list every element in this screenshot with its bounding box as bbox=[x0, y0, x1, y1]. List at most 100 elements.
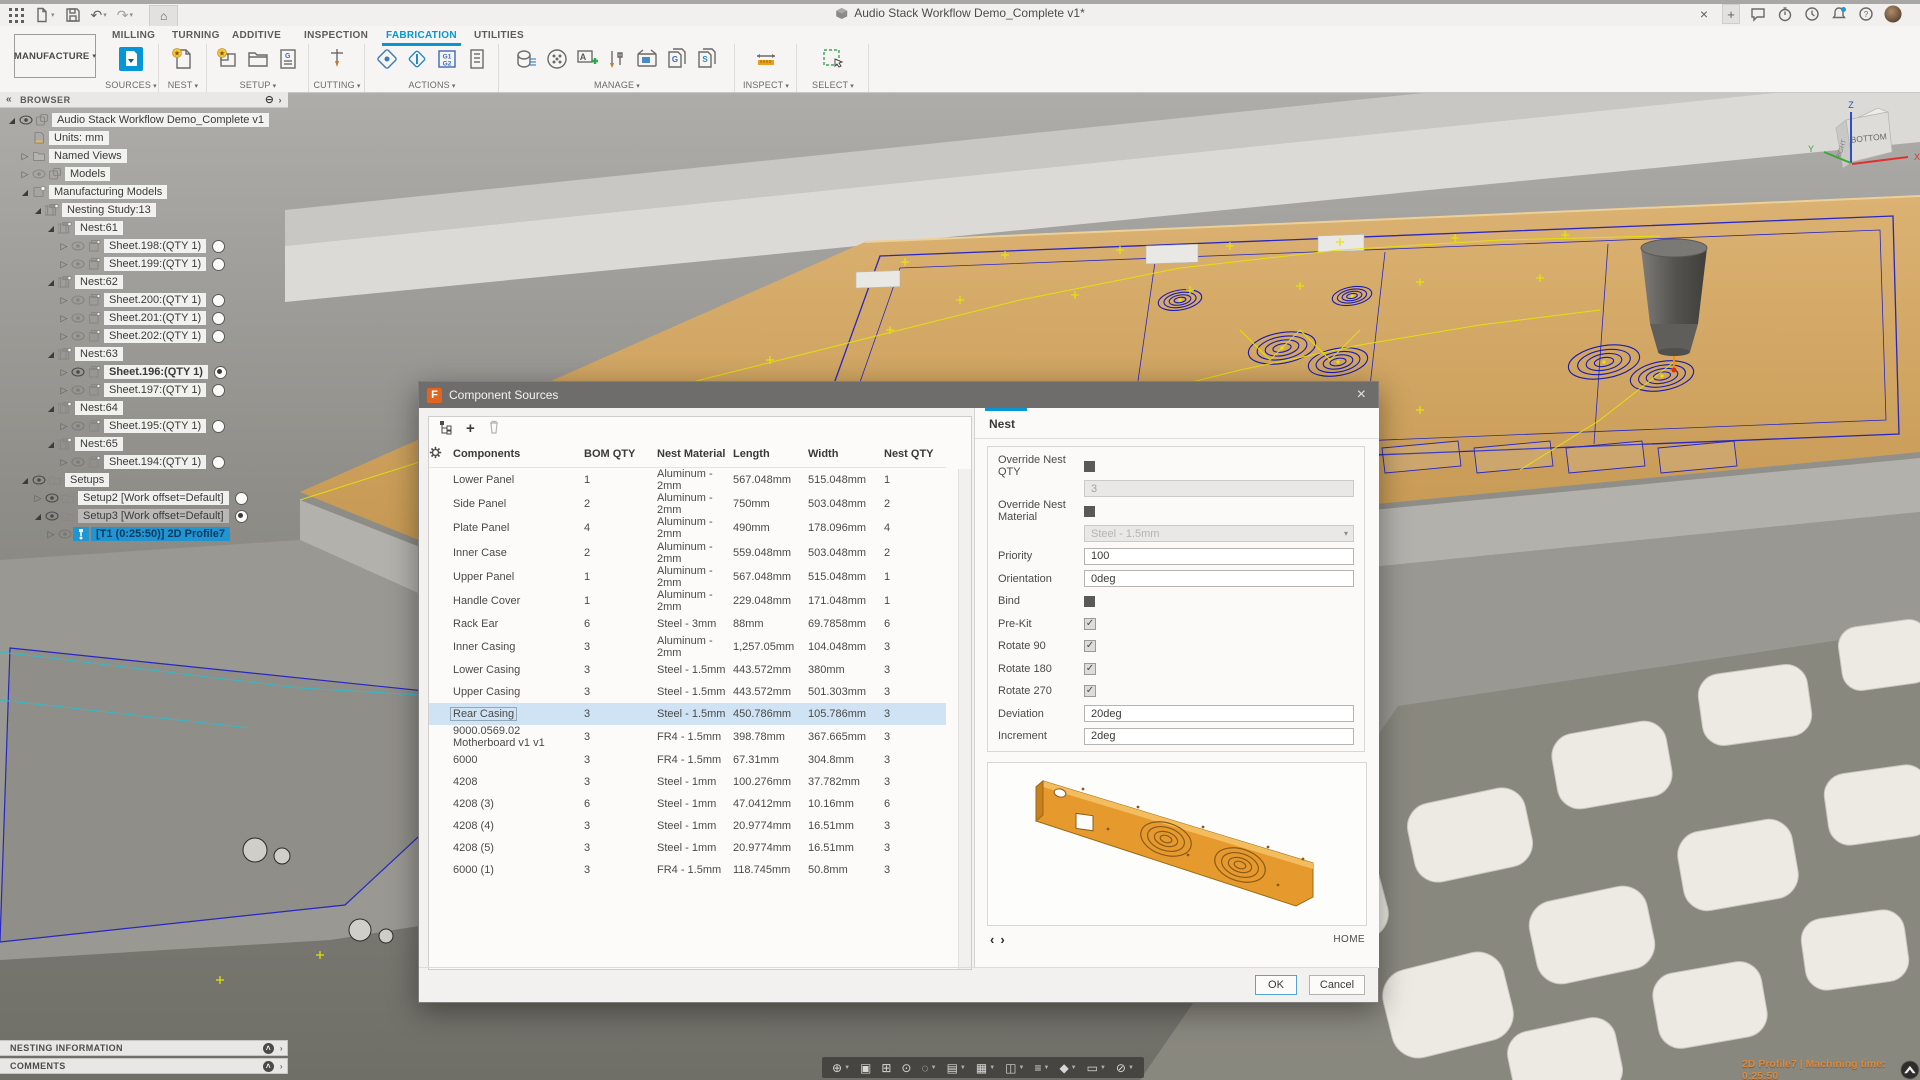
user-avatar[interactable] bbox=[1884, 5, 1902, 23]
tree-item[interactable]: ◢Nest:62 bbox=[0, 273, 288, 291]
tree-item[interactable]: ▷Sheet.194:(QTY 1) bbox=[0, 453, 288, 471]
component-tree-icon[interactable] bbox=[438, 419, 454, 440]
ribbon-group-label[interactable]: SETUP▾ bbox=[240, 80, 277, 90]
notifications-icon[interactable] bbox=[1830, 5, 1848, 23]
tree-item[interactable]: ▷Sheet.202:(QTY 1) bbox=[0, 327, 288, 345]
visibility-eye-icon[interactable] bbox=[31, 169, 47, 179]
active-sheet-radio[interactable] bbox=[212, 384, 225, 397]
column-header-bom-qty[interactable]: BOM QTY bbox=[584, 441, 657, 468]
gcode-list-icon[interactable]: G bbox=[275, 46, 301, 72]
ribbon-group-label[interactable]: SELECT▾ bbox=[812, 80, 854, 90]
component-row[interactable]: Lower Casing3Steel - 1.5mm443.572mm380mm… bbox=[429, 659, 946, 681]
collapsed-arrow-icon[interactable]: ▷ bbox=[58, 367, 70, 378]
collapsed-arrow-icon[interactable]: ▷ bbox=[45, 529, 57, 540]
tree-item[interactable]: ▷Models bbox=[0, 165, 288, 183]
clock-icon[interactable] bbox=[1803, 5, 1821, 23]
home-tab[interactable]: ⌂ bbox=[149, 5, 178, 26]
tree-item[interactable]: ▷Sheet.199:(QTY 1) bbox=[0, 255, 288, 273]
visibility-eye-icon[interactable] bbox=[70, 259, 86, 269]
panel-flyout-icon[interactable]: › bbox=[280, 1044, 283, 1053]
rotate-90-checkbox[interactable]: ✓ bbox=[1084, 640, 1096, 652]
job-status-icon[interactable] bbox=[1776, 5, 1794, 23]
override-nest-qty-checkbox[interactable] bbox=[1084, 461, 1095, 472]
measure-icon[interactable] bbox=[753, 46, 779, 72]
collapse-panel-icon[interactable]: « bbox=[6, 94, 12, 105]
component-row[interactable]: Inner Casing3Aluminum - 2mm1,257.05mm104… bbox=[429, 635, 946, 659]
tree-item[interactable]: ▷Sheet.195:(QTY 1) bbox=[0, 417, 288, 435]
nesting-information-panel[interactable]: NESTING INFORMATION ˄ › bbox=[0, 1040, 288, 1056]
ok-button[interactable]: OK bbox=[1255, 975, 1297, 995]
tree-item[interactable]: ▷[T1 (0:25:50)] 2D Profile7 bbox=[0, 525, 288, 543]
preview-next-icon[interactable]: › bbox=[997, 932, 1007, 947]
screens-icon[interactable]: ▭▼ bbox=[1082, 1061, 1111, 1075]
active-sheet-radio[interactable] bbox=[212, 312, 225, 325]
tree-item[interactable]: ▷Setup2 [Work offset=Default] bbox=[0, 489, 288, 507]
setup-sheet-icon[interactable] bbox=[464, 46, 490, 72]
collapsed-arrow-icon[interactable]: ▷ bbox=[58, 385, 70, 396]
display-settings-icon[interactable]: ▤▼ bbox=[942, 1061, 971, 1075]
expanded-arrow-icon[interactable]: ◢ bbox=[45, 440, 57, 449]
orientation-input[interactable]: 0deg bbox=[1084, 570, 1354, 587]
create-nest-icon[interactable]: ★ bbox=[170, 46, 196, 72]
tree-item[interactable]: ◢Nesting Study:13 bbox=[0, 201, 288, 219]
zoom-icon[interactable]: ⊙ bbox=[896, 1061, 916, 1075]
component-row[interactable]: 4208 (3)6Steel - 1mm47.0412mm10.16mm6 bbox=[429, 794, 946, 816]
material-roll-icon[interactable] bbox=[514, 46, 540, 72]
tree-item[interactable]: ◢Nest:64 bbox=[0, 399, 288, 417]
ribbon-group-label[interactable]: MANAGE▾ bbox=[594, 80, 640, 90]
column-header-length[interactable]: Length bbox=[733, 441, 808, 468]
visibility-eye-icon[interactable] bbox=[31, 475, 47, 485]
collapsed-arrow-icon[interactable]: ▷ bbox=[58, 313, 70, 324]
active-sheet-radio[interactable] bbox=[212, 330, 225, 343]
expanded-arrow-icon[interactable]: ◢ bbox=[45, 278, 57, 287]
tree-item[interactable]: ▷Sheet.197:(QTY 1) bbox=[0, 381, 288, 399]
tab-milling[interactable]: MILLING bbox=[108, 28, 159, 43]
deviation-input[interactable]: 20deg bbox=[1084, 705, 1354, 722]
tree-item[interactable]: ◢Setups bbox=[0, 471, 288, 489]
probe-icon[interactable] bbox=[404, 46, 430, 72]
dialog-titlebar[interactable]: F Component Sources × bbox=[419, 382, 1378, 408]
visibility-eye-icon[interactable] bbox=[70, 421, 86, 431]
component-row[interactable]: Rear Casing3Steel - 1.5mm450.786mm105.78… bbox=[429, 703, 946, 725]
tree-item[interactable]: ◢Setup3 [Work offset=Default] bbox=[0, 507, 288, 525]
component-row[interactable]: Side Panel2Aluminum - 2mm750mm503.048mm2 bbox=[429, 492, 946, 516]
visibility-eye-icon[interactable] bbox=[18, 115, 34, 125]
ribbon-group-label[interactable]: INSPECT▾ bbox=[743, 80, 789, 90]
active-sheet-radio[interactable] bbox=[212, 258, 225, 271]
active-sheet-radio[interactable] bbox=[212, 240, 225, 253]
help-icon[interactable]: ? bbox=[1857, 5, 1875, 23]
undo-icon[interactable]: ↶▾ bbox=[89, 7, 109, 24]
fit-zoom-icon[interactable]: ◌▼ bbox=[916, 1061, 941, 1075]
ribbon-group-label[interactable]: CUTTING▾ bbox=[313, 80, 360, 90]
tree-item[interactable]: Units: mm bbox=[0, 129, 288, 147]
steps-icon[interactable]: ≡▼ bbox=[1029, 1061, 1054, 1075]
component-row[interactable]: Upper Panel1Aluminum - 2mm567.048mm515.0… bbox=[429, 565, 946, 589]
browser-header[interactable]: « BROWSER ⊖ › bbox=[0, 92, 288, 108]
tree-item[interactable]: ◢Nest:63 bbox=[0, 345, 288, 363]
collapsed-arrow-icon[interactable]: ▷ bbox=[58, 421, 70, 432]
redo-icon[interactable]: ↷▾ bbox=[115, 7, 135, 24]
visibility-eye-icon[interactable] bbox=[44, 493, 60, 503]
visibility-eye-icon[interactable] bbox=[44, 511, 60, 521]
collapsed-arrow-icon[interactable]: ▷ bbox=[58, 295, 70, 306]
autodesk-logo[interactable] bbox=[1900, 1058, 1920, 1080]
expanded-arrow-icon[interactable]: ◢ bbox=[6, 116, 18, 125]
bind-checkbox[interactable] bbox=[1084, 596, 1095, 607]
priority-input[interactable]: 100 bbox=[1084, 548, 1354, 565]
component-row[interactable]: Plate Panel4Aluminum - 2mm490mm178.096mm… bbox=[429, 516, 946, 540]
tab-fabrication[interactable]: FABRICATION bbox=[382, 28, 461, 43]
tree-item[interactable]: ◢Audio Stack Workflow Demo_Complete v1 bbox=[0, 111, 288, 129]
component-row[interactable]: 4208 (4)3Steel - 1mm20.9774mm16.51mm3 bbox=[429, 816, 946, 838]
comments-panel[interactable]: COMMENTS ˄ › bbox=[0, 1058, 288, 1074]
grid-icon[interactable]: ▦▼ bbox=[971, 1061, 1000, 1075]
simulate-icon[interactable] bbox=[374, 46, 400, 72]
visibility-eye-icon[interactable] bbox=[70, 313, 86, 323]
gdoc-library-icon[interactable]: G bbox=[664, 46, 690, 72]
tab-utilities[interactable]: UTILITIES bbox=[470, 28, 528, 43]
table-scrollbar[interactable] bbox=[958, 469, 971, 969]
file-menu-icon[interactable]: ▾ bbox=[32, 7, 57, 23]
active-sheet-radio[interactable] bbox=[214, 366, 227, 379]
expanded-arrow-icon[interactable]: ◢ bbox=[32, 512, 44, 521]
tab-additive[interactable]: ADDITIVE bbox=[228, 28, 285, 43]
pre-kit-checkbox[interactable]: ✓ bbox=[1084, 618, 1096, 630]
